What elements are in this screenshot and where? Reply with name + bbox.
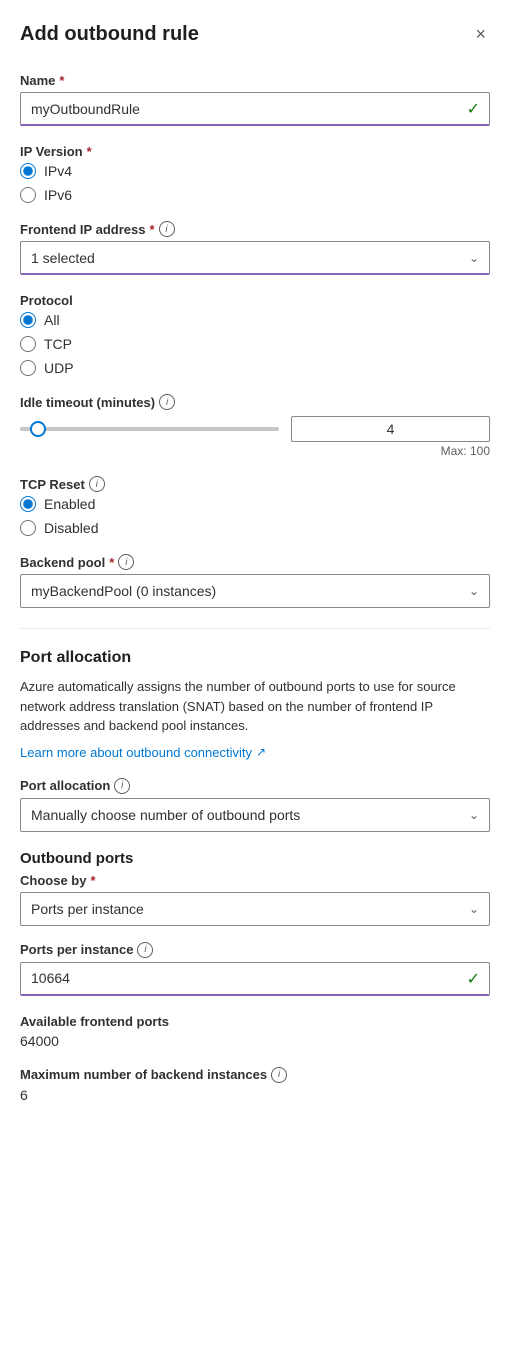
ports-per-instance-check-icon: ✓: [467, 969, 480, 989]
protocol-radio-group: All TCP UDP: [20, 312, 490, 376]
idle-timeout-label: Idle timeout (minutes) i: [20, 394, 490, 410]
frontend-ip-value: 1 selected: [31, 250, 95, 266]
ports-per-instance-label: Ports per instance i: [20, 942, 490, 958]
port-allocation-dropdown-group: Port allocation i Manually choose number…: [20, 778, 490, 832]
ipv4-radio[interactable]: [20, 163, 36, 179]
tcp-reset-field-group: TCP Reset i Enabled Disabled: [20, 476, 490, 536]
backend-pool-required-star: *: [109, 555, 114, 570]
tcp-reset-enabled-radio[interactable]: [20, 496, 36, 512]
port-allocation-title: Port allocation: [20, 649, 490, 667]
ipv6-radio-item[interactable]: IPv6: [20, 187, 490, 203]
frontend-ip-label: Frontend IP address * i: [20, 221, 490, 237]
outbound-ports-title: Outbound ports: [20, 850, 490, 867]
protocol-all-item[interactable]: All: [20, 312, 490, 328]
protocol-udp-label: UDP: [44, 360, 74, 376]
ipv6-radio[interactable]: [20, 187, 36, 203]
available-frontend-ports-group: Available frontend ports 64000: [20, 1014, 490, 1049]
idle-timeout-value-input[interactable]: [291, 416, 490, 442]
name-field-group: Name * ✓: [20, 73, 490, 126]
available-frontend-ports-value: 64000: [20, 1033, 490, 1049]
ip-version-radio-group: IPv4 IPv6: [20, 163, 490, 203]
name-label: Name *: [20, 73, 490, 88]
ipv4-radio-item[interactable]: IPv4: [20, 163, 490, 179]
backend-pool-dropdown[interactable]: myBackendPool (0 instances) ⌄: [20, 574, 490, 608]
frontend-ip-field-group: Frontend IP address * i 1 selected ⌄: [20, 221, 490, 275]
frontend-ip-info-icon[interactable]: i: [159, 221, 175, 237]
frontend-ip-chevron-icon: ⌄: [469, 251, 479, 265]
ip-version-required-star: *: [87, 144, 92, 159]
frontend-ip-required-star: *: [149, 222, 154, 237]
idle-timeout-max-label: Max: 100: [20, 444, 490, 458]
tcp-reset-radio-group: Enabled Disabled: [20, 496, 490, 536]
close-button[interactable]: ×: [471, 20, 490, 49]
backend-pool-label: Backend pool * i: [20, 554, 490, 570]
protocol-udp-item[interactable]: UDP: [20, 360, 490, 376]
tcp-reset-info-icon[interactable]: i: [89, 476, 105, 492]
choose-by-value: Ports per instance: [31, 901, 144, 917]
tcp-reset-disabled-label: Disabled: [44, 520, 98, 536]
port-allocation-chevron-icon: ⌄: [469, 808, 479, 822]
backend-pool-field-group: Backend pool * i myBackendPool (0 instan…: [20, 554, 490, 608]
tcp-reset-disabled-radio[interactable]: [20, 520, 36, 536]
max-backend-instances-info-icon[interactable]: i: [271, 1067, 287, 1083]
idle-timeout-field-group: Idle timeout (minutes) i Max: 100: [20, 394, 490, 458]
protocol-label: Protocol: [20, 293, 490, 308]
ipv4-label: IPv4: [44, 163, 72, 179]
protocol-all-label: All: [44, 312, 60, 328]
tcp-reset-enabled-item[interactable]: Enabled: [20, 496, 490, 512]
choose-by-label: Choose by *: [20, 873, 490, 888]
panel-header: Add outbound rule ×: [20, 20, 490, 49]
max-backend-instances-label: Maximum number of backend instances i: [20, 1067, 490, 1083]
ip-version-label: IP Version *: [20, 144, 490, 159]
ip-version-field-group: IP Version * IPv4 IPv6: [20, 144, 490, 203]
external-link-icon: ↗: [256, 745, 266, 759]
protocol-udp-radio[interactable]: [20, 360, 36, 376]
ports-per-instance-info-icon[interactable]: i: [137, 942, 153, 958]
frontend-ip-dropdown[interactable]: 1 selected ⌄: [20, 241, 490, 275]
backend-pool-info-icon[interactable]: i: [118, 554, 134, 570]
name-required-star: *: [59, 73, 64, 88]
choose-by-required-star: *: [90, 873, 95, 888]
protocol-all-radio[interactable]: [20, 312, 36, 328]
ports-per-instance-wrapper: ✓: [20, 962, 490, 996]
idle-timeout-slider-container: [20, 416, 490, 442]
section-divider: [20, 628, 490, 629]
panel-title: Add outbound rule: [20, 23, 199, 46]
tcp-reset-enabled-label: Enabled: [44, 496, 95, 512]
max-backend-instances-value: 6: [20, 1087, 490, 1103]
name-input[interactable]: [20, 92, 490, 126]
ports-per-instance-input[interactable]: [20, 962, 490, 996]
idle-timeout-info-icon[interactable]: i: [159, 394, 175, 410]
name-check-icon: ✓: [467, 99, 480, 119]
learn-more-link[interactable]: Learn more about outbound connectivity ↗: [20, 745, 266, 760]
port-allocation-dropdown[interactable]: Manually choose number of outbound ports…: [20, 798, 490, 832]
port-allocation-info-icon[interactable]: i: [114, 778, 130, 794]
outbound-ports-section: Outbound ports Choose by * Ports per ins…: [20, 850, 490, 996]
protocol-tcp-radio[interactable]: [20, 336, 36, 352]
port-allocation-section: Port allocation Azure automatically assi…: [20, 649, 490, 760]
backend-pool-chevron-icon: ⌄: [469, 584, 479, 598]
choose-by-chevron-icon: ⌄: [469, 902, 479, 916]
protocol-tcp-label: TCP: [44, 336, 72, 352]
idle-timeout-slider[interactable]: [20, 427, 279, 431]
port-allocation-description: Azure automatically assigns the number o…: [20, 677, 490, 736]
tcp-reset-label: TCP Reset i: [20, 476, 490, 492]
name-input-wrapper: ✓: [20, 92, 490, 126]
tcp-reset-disabled-item[interactable]: Disabled: [20, 520, 490, 536]
backend-pool-value: myBackendPool (0 instances): [31, 583, 216, 599]
ipv6-label: IPv6: [44, 187, 72, 203]
port-allocation-dropdown-label: Port allocation i: [20, 778, 490, 794]
learn-more-link-text: Learn more about outbound connectivity: [20, 745, 252, 760]
port-allocation-dropdown-value: Manually choose number of outbound ports: [31, 807, 300, 823]
available-frontend-ports-label: Available frontend ports: [20, 1014, 490, 1029]
protocol-field-group: Protocol All TCP UDP: [20, 293, 490, 376]
max-backend-instances-group: Maximum number of backend instances i 6: [20, 1067, 490, 1103]
choose-by-dropdown[interactable]: Ports per instance ⌄: [20, 892, 490, 926]
protocol-tcp-item[interactable]: TCP: [20, 336, 490, 352]
